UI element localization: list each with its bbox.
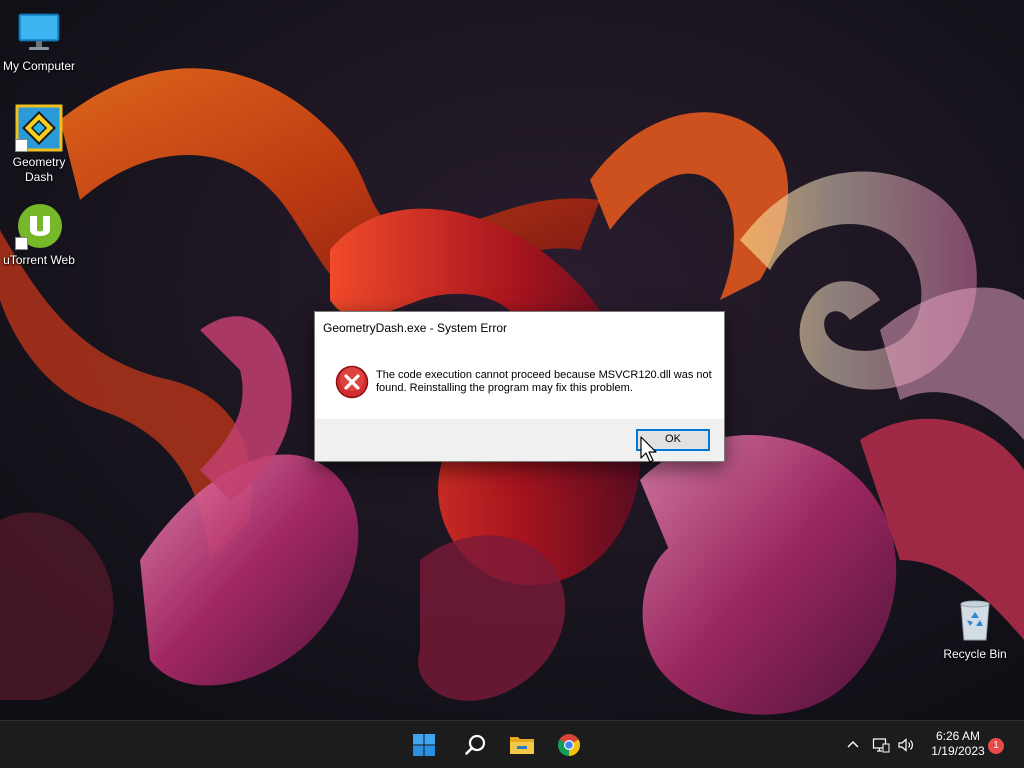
desktop-icon-label: uTorrent Web bbox=[3, 253, 75, 267]
chevron-up-icon[interactable] bbox=[845, 737, 861, 753]
clock-time: 6:26 AM bbox=[935, 729, 981, 743]
system-error-dialog: GeometryDash.exe - System Error The code… bbox=[314, 311, 725, 462]
desktop-icon-recycle-bin[interactable]: Recycle Bin bbox=[936, 596, 1014, 662]
volume-icon[interactable] bbox=[897, 736, 915, 754]
error-icon bbox=[335, 365, 369, 399]
utorrent-icon bbox=[15, 202, 63, 250]
dialog-message: The code execution cannot proceed becaus… bbox=[376, 369, 712, 394]
recycle-bin-icon bbox=[951, 596, 999, 644]
notification-badge[interactable]: 1 bbox=[988, 738, 1004, 754]
desktop-icon-label: Recycle Bin bbox=[943, 647, 1007, 661]
desktop-icon-label: My Computer bbox=[2, 59, 76, 73]
search-icon bbox=[465, 734, 486, 755]
dialog-title: GeometryDash.exe - System Error bbox=[323, 321, 508, 335]
shortcut-arrow-icon bbox=[15, 237, 28, 250]
network-icon[interactable] bbox=[872, 736, 890, 754]
start-button[interactable] bbox=[408, 729, 440, 761]
dialog-body: The code execution cannot proceed becaus… bbox=[315, 350, 724, 418]
file-explorer-button[interactable] bbox=[506, 729, 538, 761]
taskbar: 6:26 AM 1/19/2023 1 bbox=[0, 720, 1024, 768]
chrome-icon bbox=[558, 734, 580, 756]
mouse-cursor-icon bbox=[640, 436, 657, 463]
clock-date: 1/19/2023 bbox=[931, 744, 985, 758]
chrome-button[interactable] bbox=[553, 729, 585, 761]
desktop-icon-my-computer[interactable]: My Computer bbox=[0, 8, 78, 74]
desktop-icon-utorrent-web[interactable]: uTorrent Web bbox=[0, 202, 78, 268]
dialog-footer: OK bbox=[315, 419, 724, 461]
shortcut-arrow-icon bbox=[15, 139, 28, 152]
geometry-dash-icon bbox=[15, 104, 63, 152]
desktop-icon-geometry-dash[interactable]: Geometry Dash bbox=[0, 104, 78, 185]
monitor-icon bbox=[15, 8, 63, 56]
taskbar-clock[interactable]: 6:26 AM 1/19/2023 bbox=[920, 729, 996, 759]
file-explorer-icon bbox=[510, 737, 534, 754]
search-button[interactable] bbox=[460, 729, 492, 761]
start-icon bbox=[413, 734, 435, 756]
desktop-icon-label: Geometry Dash bbox=[12, 155, 66, 184]
